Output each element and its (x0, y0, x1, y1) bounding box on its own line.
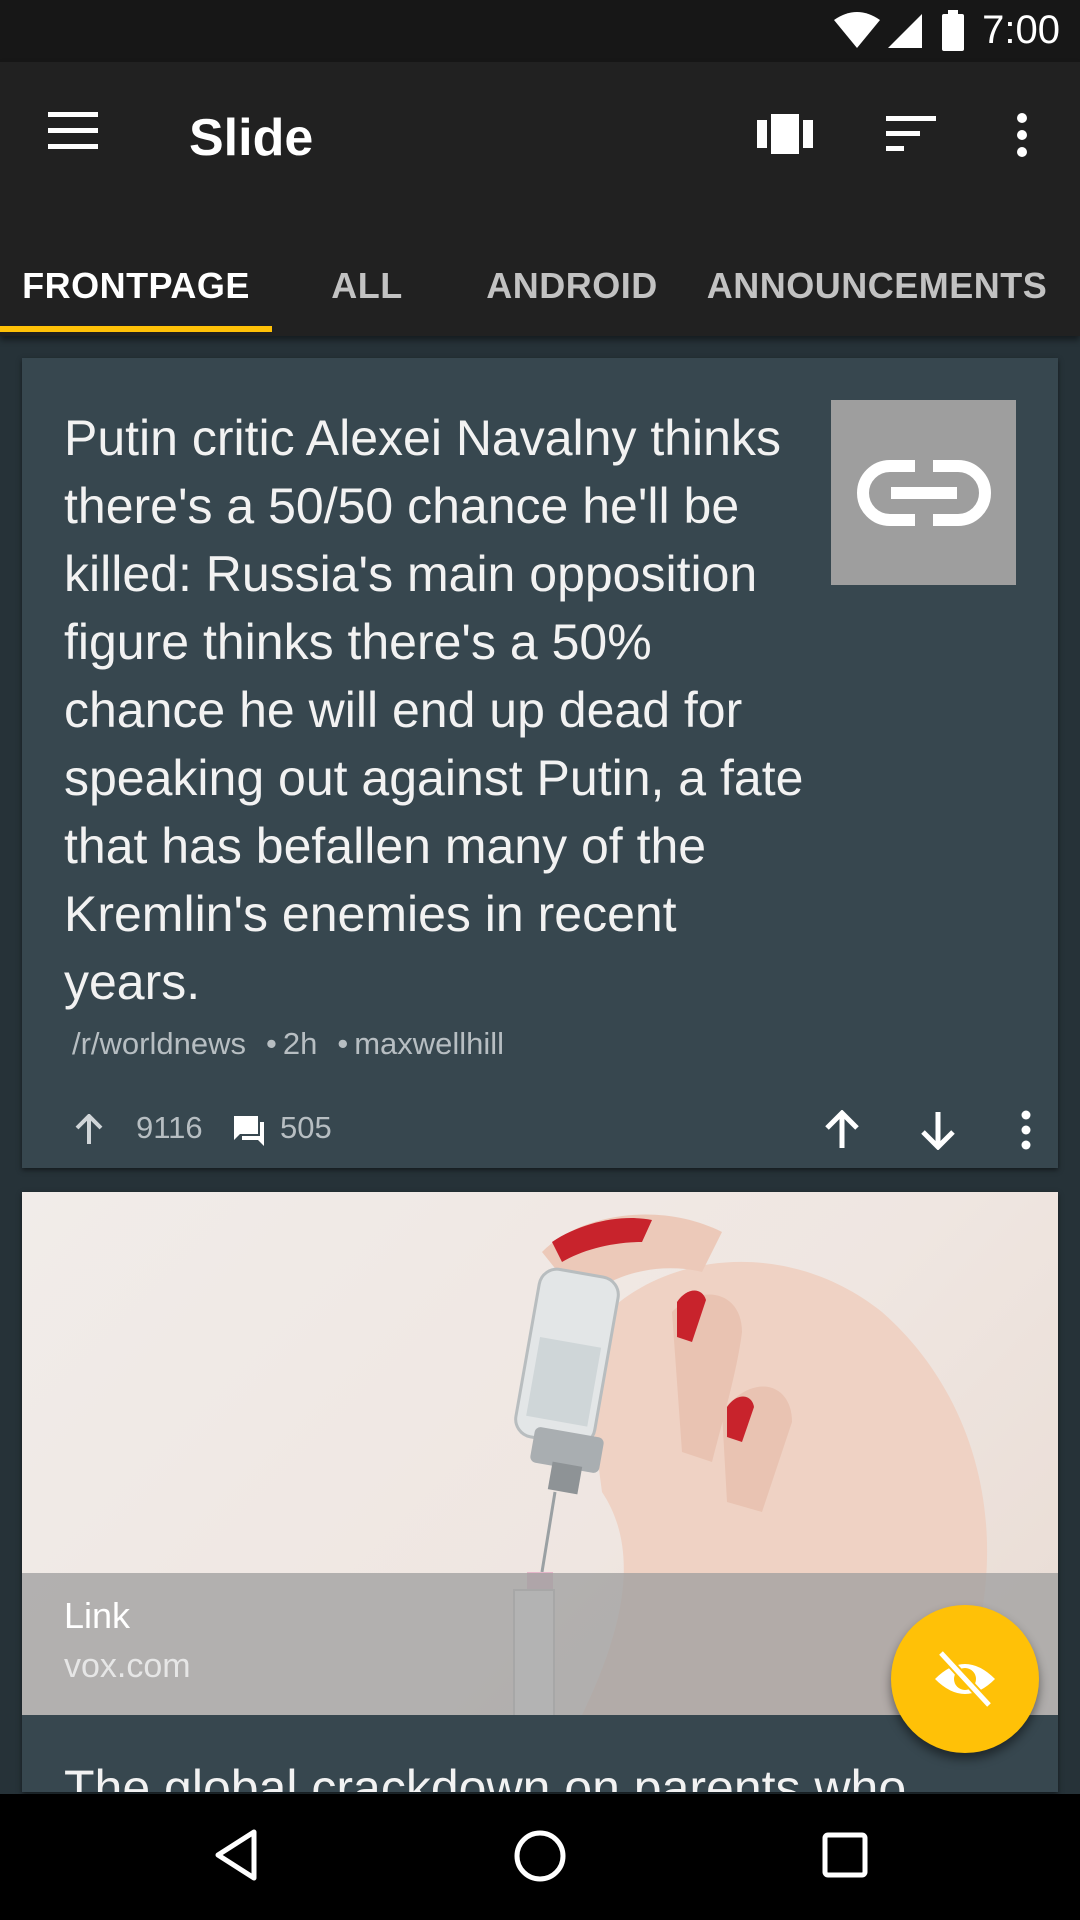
tab-android[interactable]: ANDROID (462, 240, 682, 336)
back-icon[interactable] (212, 1828, 258, 1882)
battery-icon (942, 10, 964, 51)
post-author[interactable]: maxwellhill (354, 1026, 504, 1061)
post-age: 2h (282, 1026, 318, 1061)
post-thumbnail[interactable] (831, 400, 1016, 585)
system-nav-bar (0, 1794, 1080, 1920)
post-title[interactable]: The global crackdown on parents who (64, 1759, 906, 1792)
post-overflow-icon[interactable] (1018, 1110, 1034, 1150)
post-score: 9116 (136, 1110, 203, 1145)
comment-count: 505 (280, 1110, 332, 1145)
downvote-icon[interactable] (918, 1110, 958, 1150)
link-type-label: Link (64, 1595, 131, 1636)
post-card[interactable]: Putin critic Alexei Navalny thinks there… (22, 358, 1058, 1168)
tab-frontpage[interactable]: FRONTPAGE (0, 240, 272, 336)
app-bar: Slide FRONTPAGE ALL ANDROID ANNOUNCEMENT… (0, 62, 1080, 336)
tab-announcements[interactable]: ANNOUNCEMENTS (702, 240, 1052, 336)
hide-eye-icon (935, 1649, 995, 1709)
hide-read-fab[interactable] (891, 1605, 1039, 1753)
post-actions: 9116 505 (64, 1096, 1031, 1166)
tab-all[interactable]: ALL (272, 240, 462, 336)
cell-signal-icon (888, 14, 922, 48)
post-title[interactable]: Putin critic Alexei Navalny thinks there… (64, 404, 804, 1016)
subreddit-link[interactable]: /r/worldnews (72, 1026, 246, 1061)
sort-icon[interactable] (886, 116, 938, 152)
post-meta: /r/worldnews • 2h • maxwellhill (72, 1026, 505, 1061)
clock: 7:00 (982, 8, 1060, 52)
recents-icon[interactable] (822, 1832, 868, 1878)
link-icon (857, 460, 991, 526)
menu-icon[interactable] (48, 112, 98, 150)
app-title: Slide (189, 109, 314, 167)
link-domain: vox.com (64, 1647, 191, 1685)
home-icon[interactable] (513, 1829, 567, 1883)
score-arrow-icon (75, 1114, 103, 1144)
wifi-icon (834, 12, 880, 48)
status-bar: 7:00 (0, 0, 1080, 62)
subreddit-tabs: FRONTPAGE ALL ANDROID ANNOUNCEMENTS (0, 240, 1080, 336)
upvote-icon[interactable] (822, 1110, 862, 1150)
comments-icon[interactable] (232, 1114, 266, 1146)
card-view-icon[interactable] (757, 114, 813, 154)
overflow-menu-icon[interactable] (1012, 112, 1032, 158)
tab-indicator (0, 326, 272, 332)
